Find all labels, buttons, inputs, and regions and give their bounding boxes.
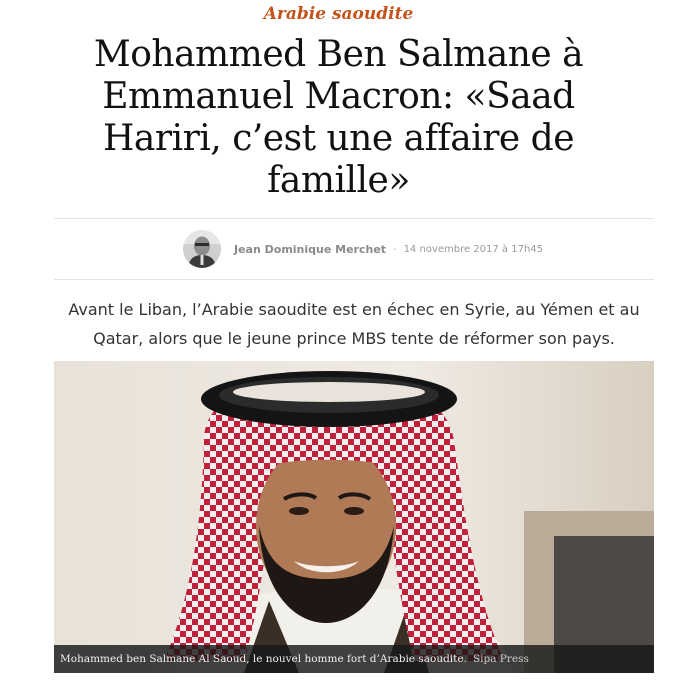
article-lede: Avant le Liban, l’Arabie saoudite est en… xyxy=(68,300,640,348)
publish-date: 14 novembre 2017 à 17h45 xyxy=(403,243,544,255)
photo-caption-bar: Mohammed ben Salmane Al Saoud, le nouvel… xyxy=(54,645,654,673)
category-link[interactable]: Arabie saoudite xyxy=(0,4,677,24)
article-photo: Mohammed ben Salmane Al Saoud, le nouvel… xyxy=(54,361,654,673)
author-portrait-icon xyxy=(183,230,221,268)
byline: Jean Dominique Merchet · 14 novembre 201… xyxy=(183,228,543,270)
portrait-photo-image xyxy=(54,361,654,673)
byline-separator: · xyxy=(393,242,397,256)
author-avatar[interactable] xyxy=(183,230,221,268)
article-headline: Mohammed Ben Salmane à Emmanuel Macron: … xyxy=(93,34,584,201)
byline-divider-bottom xyxy=(54,279,654,280)
photo-caption: Mohammed ben Salmane Al Saoud, le nouvel… xyxy=(60,653,467,665)
photo-credit: Sipa Press xyxy=(472,653,529,665)
author-link[interactable]: Jean Dominique Merchet xyxy=(234,243,386,256)
byline-divider-top xyxy=(54,218,654,219)
article-page: Arabie saoudite Mohammed Ben Salmane à E… xyxy=(0,0,677,696)
